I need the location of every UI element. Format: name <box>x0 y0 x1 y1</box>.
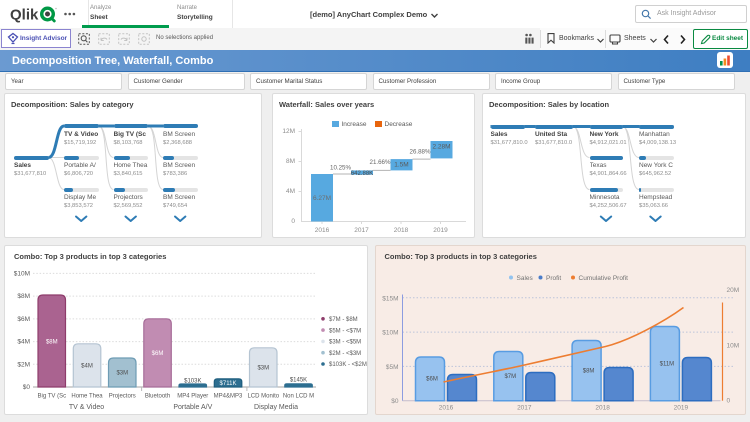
svg-text:$6M: $6M <box>426 376 438 382</box>
svg-text:$10M: $10M <box>14 270 30 277</box>
svg-text:Cumulative Profit: Cumulative Profit <box>578 275 628 282</box>
svg-text:Profit: Profit <box>546 275 561 282</box>
svg-text:MP4&MP3: MP4&MP3 <box>214 393 243 399</box>
svg-text:2.28M: 2.28M <box>432 144 450 151</box>
svg-text:2017: 2017 <box>517 404 532 411</box>
svg-text:2019: 2019 <box>673 404 688 411</box>
svg-text:642.88K: 642.88K <box>351 171 373 177</box>
svg-text:$145K: $145K <box>290 377 307 383</box>
svg-text:$10M: $10M <box>382 329 398 336</box>
svg-text:$2M: $2M <box>17 361 30 368</box>
svg-text:Big TV (Sc: Big TV (Sc <box>38 393 67 399</box>
svg-text:26.88%: 26.88% <box>410 149 431 156</box>
svg-text:$6M: $6M <box>152 351 164 357</box>
svg-text:$5M - <$7M: $5M - <$7M <box>329 328 361 334</box>
svg-text:Sales: Sales <box>516 275 533 282</box>
svg-text:$3M: $3M <box>257 365 269 371</box>
svg-text:Portable A/V: Portable A/V <box>173 404 212 411</box>
svg-text:Qlik: Qlik <box>10 7 39 24</box>
svg-text:$8M: $8M <box>582 368 594 374</box>
svg-text:$3M: $3M <box>116 370 128 376</box>
svg-text:Bluetooth: Bluetooth <box>145 393 170 399</box>
svg-text:$6M: $6M <box>17 316 30 323</box>
svg-text:Display Media: Display Media <box>254 404 298 411</box>
svg-text:Projectors: Projectors <box>109 393 136 399</box>
svg-text:Home Thea: Home Thea <box>71 393 103 399</box>
svg-text:$4M: $4M <box>17 338 30 345</box>
svg-text:2016: 2016 <box>438 404 453 411</box>
svg-text:$103K: $103K <box>184 378 201 384</box>
svg-text:2016: 2016 <box>315 227 330 234</box>
svg-text:2018: 2018 <box>595 404 610 411</box>
svg-text:10.25%: 10.25% <box>330 165 351 172</box>
svg-text:$7M: $7M <box>504 374 516 380</box>
svg-text:0: 0 <box>726 397 730 404</box>
svg-text:$0: $0 <box>23 384 31 391</box>
svg-text:TV & Video: TV & Video <box>69 404 104 411</box>
svg-text:$711K: $711K <box>220 380 237 386</box>
svg-text:2019: 2019 <box>433 227 448 234</box>
svg-text:21.66%: 21.66% <box>370 159 391 166</box>
svg-text:20M: 20M <box>726 287 739 294</box>
svg-text:$4M: $4M <box>81 363 93 369</box>
svg-text:$3M - <$5M: $3M - <$5M <box>329 339 361 345</box>
svg-text:$103K - <$2M: $103K - <$2M <box>329 362 367 368</box>
svg-text:$15M: $15M <box>382 295 398 302</box>
svg-text:10M: 10M <box>726 342 739 349</box>
svg-text:2018: 2018 <box>394 227 409 234</box>
svg-text:$8M: $8M <box>46 339 58 345</box>
svg-text:$0: $0 <box>391 398 399 405</box>
svg-text:$5M: $5M <box>385 363 398 370</box>
svg-text:$7M - $8M: $7M - $8M <box>329 317 358 323</box>
svg-text:2017: 2017 <box>354 227 369 234</box>
svg-text:$11M: $11M <box>659 361 674 367</box>
svg-text:MP4 Player: MP4 Player <box>177 393 208 399</box>
svg-text:1.5M: 1.5M <box>394 162 408 169</box>
svg-text:$8M: $8M <box>17 293 30 300</box>
svg-text:6.27M: 6.27M <box>313 195 331 202</box>
svg-text:Non LCD M: Non LCD M <box>283 393 314 399</box>
svg-text:LCD Monito: LCD Monito <box>247 393 279 399</box>
svg-text:$2M - <$3M: $2M - <$3M <box>329 350 361 356</box>
